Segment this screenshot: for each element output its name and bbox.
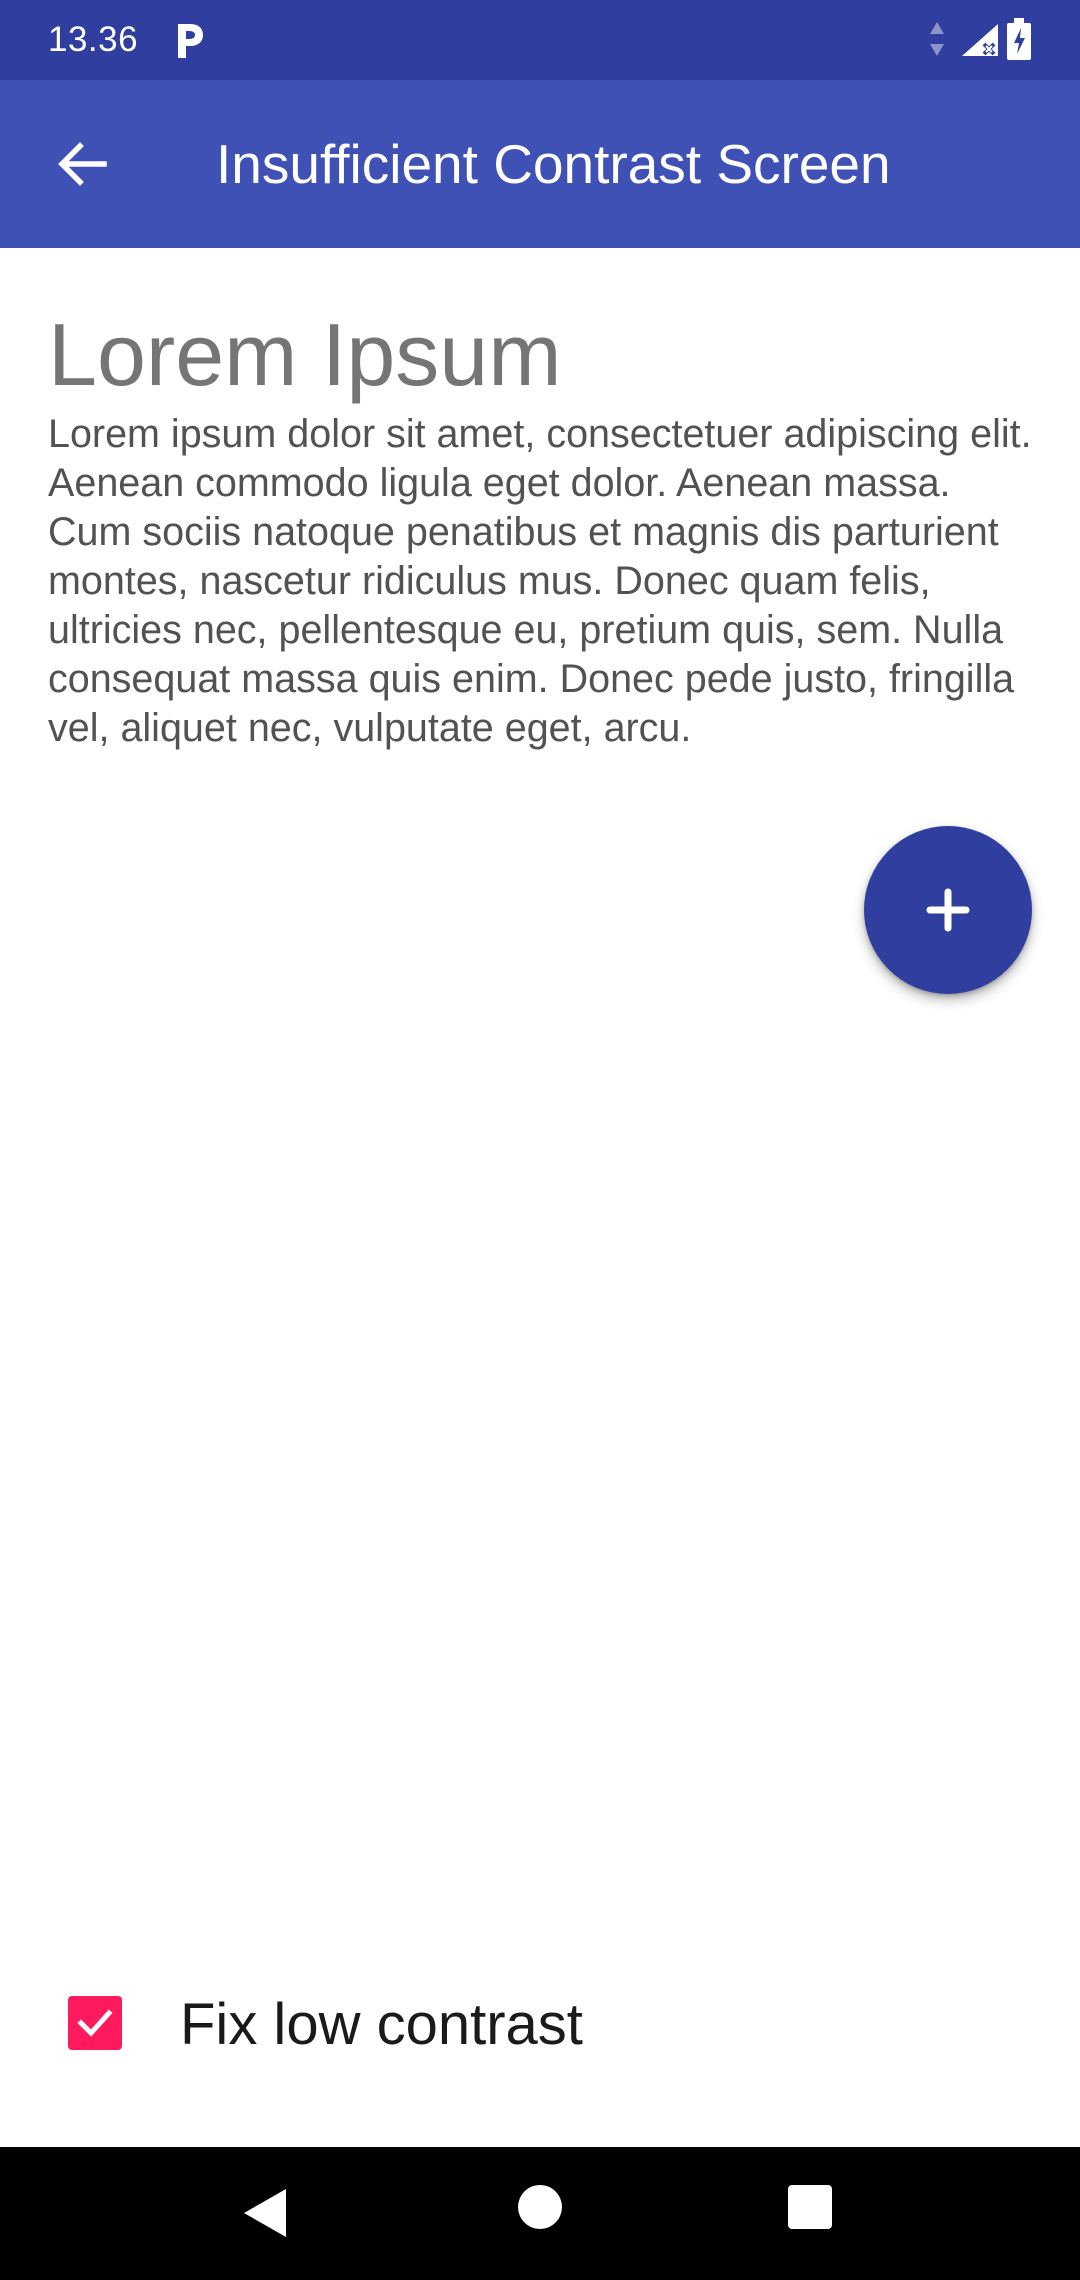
page-title: Insufficient Contrast Screen [216, 133, 891, 195]
check-icon [77, 2009, 113, 2037]
nav-home-icon[interactable] [518, 2185, 562, 2229]
system-nav-bar [0, 2147, 1080, 2280]
status-bar: 13.36 [0, 0, 1080, 80]
fix-contrast-row[interactable]: Fix low contrast [48, 1962, 948, 2086]
fix-contrast-label: Fix low contrast [180, 1992, 583, 2057]
nav-recents-icon[interactable] [788, 2185, 832, 2229]
data-arrows-icon [930, 22, 944, 56]
status-time: 13.36 [48, 20, 139, 59]
content-heading: Lorem Ipsum [48, 305, 562, 404]
content-body: Lorem ipsum dolor sit amet, consectetuer… [48, 412, 1032, 750]
battery-icon [1007, 18, 1031, 60]
add-fab-button[interactable] [864, 826, 1032, 994]
app-bar: Insufficient Contrast Screen [0, 80, 1080, 248]
plus-icon [926, 888, 970, 932]
fix-contrast-checkbox[interactable] [68, 1996, 122, 2050]
signal-icon [962, 24, 998, 56]
back-button[interactable] [40, 122, 124, 206]
content-area: Lorem Ipsum Lorem ipsum dolor sit amet, … [48, 300, 1038, 753]
nav-back-icon[interactable] [240, 2185, 296, 2241]
arrow-left-icon [58, 142, 107, 186]
parking-notification-icon [178, 24, 203, 58]
